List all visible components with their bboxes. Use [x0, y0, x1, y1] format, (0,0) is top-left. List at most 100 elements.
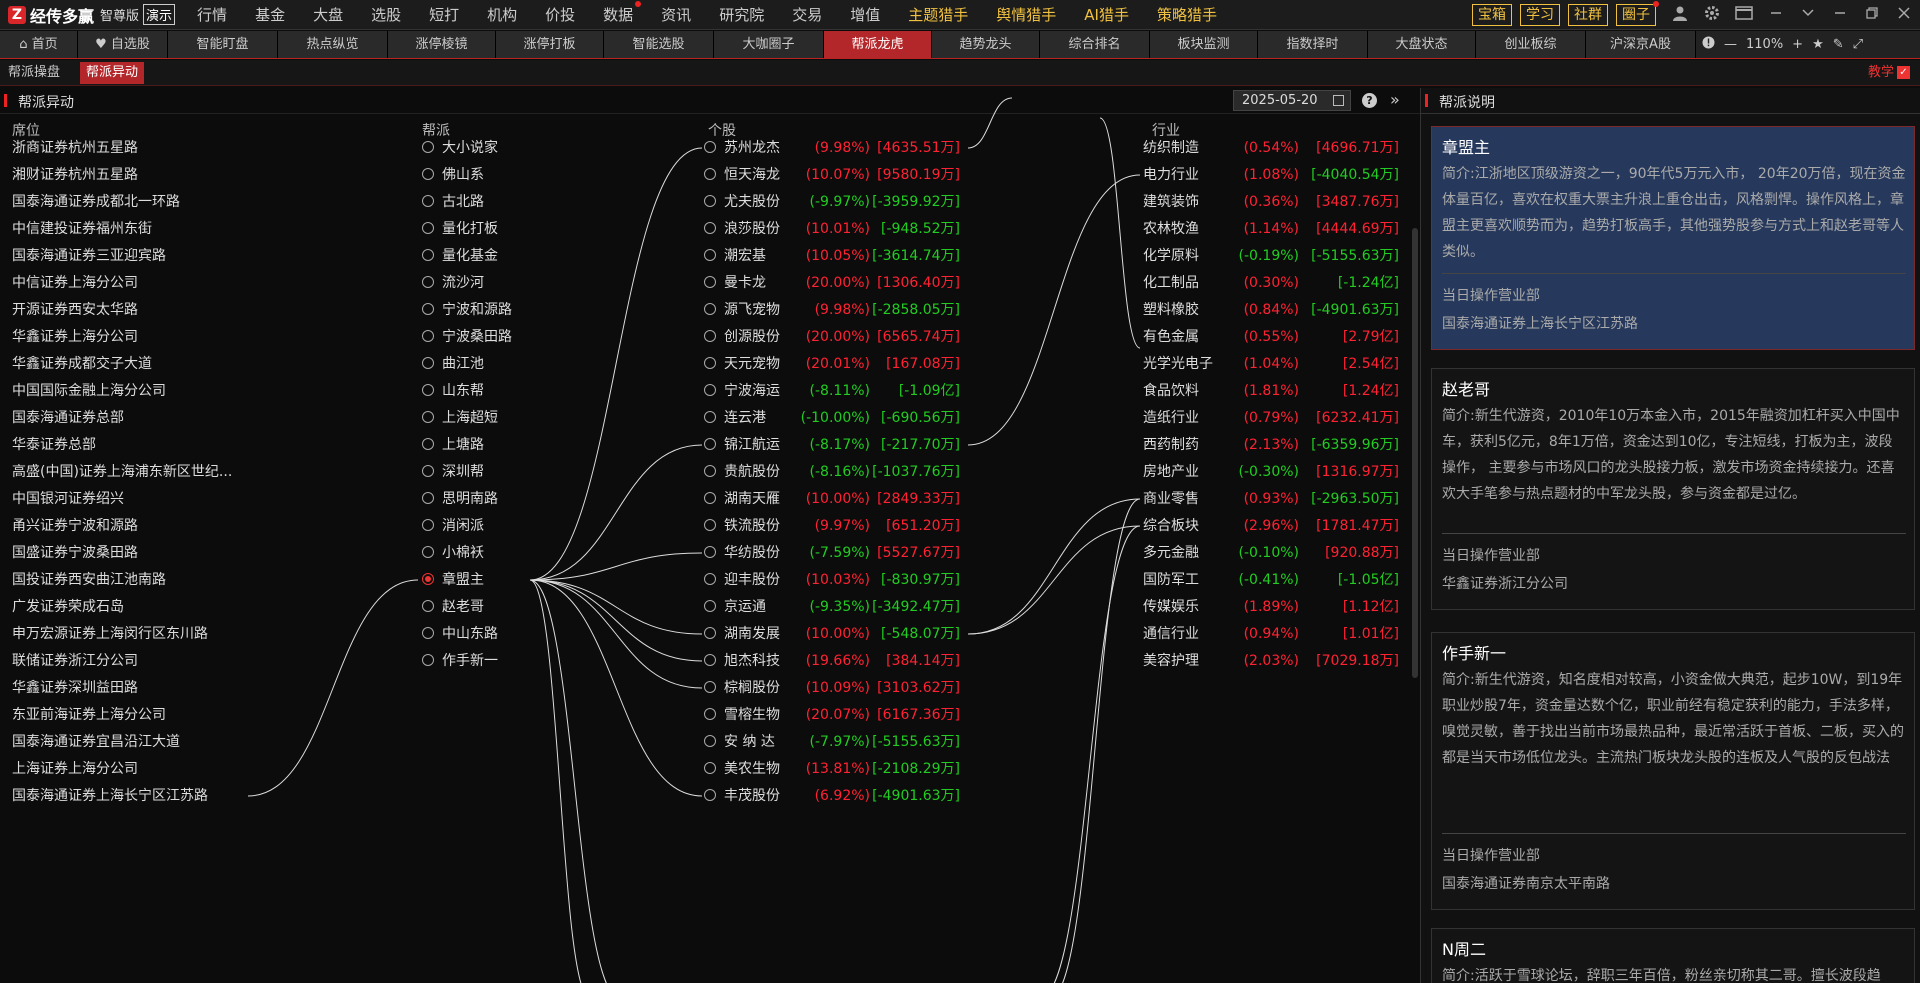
radio-icon[interactable]	[422, 141, 434, 153]
industry-item[interactable]: 通信行业 (0.94%) [1.01亿]	[1143, 624, 1399, 644]
seat-item[interactable]: 国泰海通证券上海长宁区江苏路	[12, 786, 208, 806]
radio-icon[interactable]	[422, 276, 434, 288]
stock-item[interactable]: 源飞宠物 (9.98%) [-2858.05万]	[704, 300, 960, 320]
gang-item[interactable]: 作手新一	[422, 651, 498, 671]
stock-item[interactable]: 浪莎股份 (10.01%) [-948.52万]	[704, 219, 960, 239]
tab[interactable]: 热点纵览	[278, 31, 388, 58]
radio-icon[interactable]	[704, 222, 716, 234]
minimize-window-icon[interactable]	[1824, 6, 1856, 24]
radio-icon[interactable]	[704, 627, 716, 639]
industry-item[interactable]: 电力行业 (1.08%) [-4040.54万]	[1143, 165, 1399, 185]
radio-icon[interactable]	[422, 573, 434, 585]
stock-item[interactable]: 华纺股份 (-7.59%) [5527.67万]	[704, 543, 960, 563]
radio-icon[interactable]	[422, 249, 434, 261]
tab[interactable]: 大咖圈子	[714, 31, 824, 58]
radio-icon[interactable]	[704, 195, 716, 207]
radio-icon[interactable]	[704, 762, 716, 774]
seat-item[interactable]: 联储证券浙江分公司	[12, 651, 138, 671]
radio-icon[interactable]	[704, 600, 716, 612]
radio-icon[interactable]	[422, 168, 434, 180]
stock-item[interactable]: 旭杰科技 (19.66%) [384.14万]	[704, 651, 960, 671]
radio-icon[interactable]	[422, 438, 434, 450]
stock-item[interactable]: 美农生物 (13.81%) [-2108.29万]	[704, 759, 960, 779]
gang-item[interactable]: 量化基金	[422, 246, 498, 266]
collapse-icon[interactable]	[1792, 6, 1824, 24]
tab[interactable]: 创业板综	[1476, 31, 1586, 58]
radio-icon[interactable]	[704, 492, 716, 504]
app-logo[interactable]: Z 经传多赢 智尊版 演示	[8, 0, 183, 30]
tab[interactable]: ⌂ 首页	[0, 31, 78, 58]
window-icon[interactable]	[1728, 6, 1760, 24]
stock-item[interactable]: 天元宠物 (20.01%) [167.08万]	[704, 354, 960, 374]
industry-item[interactable]: 塑料橡胶 (0.84%) [-4901.63万]	[1143, 300, 1399, 320]
stock-item[interactable]: 尤夫股份 (-9.97%) [-3959.92万]	[704, 192, 960, 212]
stock-item[interactable]: 铁流股份 (9.97%) [651.20万]	[704, 516, 960, 536]
seat-item[interactable]: 浙商证券杭州五星路	[12, 138, 138, 158]
nav-item[interactable]: 机构	[487, 4, 517, 25]
nav-item[interactable]: AI猎手	[1084, 4, 1129, 25]
nav-item[interactable]: 价投	[545, 4, 575, 25]
industry-item[interactable]: 纺织制造 (0.54%) [4696.71万]	[1143, 138, 1399, 158]
tab[interactable]: 大盘状态	[1368, 31, 1476, 58]
gang-item[interactable]: 消闲派	[422, 516, 484, 536]
radio-icon[interactable]	[422, 384, 434, 396]
industry-item[interactable]: 房地产业 (-0.30%) [1316.97万]	[1143, 462, 1399, 482]
edit-icon[interactable]: ✎	[1833, 37, 1844, 52]
radio-icon[interactable]	[422, 357, 434, 369]
seat-item[interactable]: 华鑫证券深圳益田路	[12, 678, 138, 698]
seat-item[interactable]: 国泰海通证券宜昌沿江大道	[12, 732, 180, 752]
toolbar-button[interactable]: 社群	[1568, 4, 1608, 26]
seat-item[interactable]: 中国银河证券绍兴	[12, 489, 124, 509]
seat-item[interactable]: 高盛(中国)证券上海浦东新区世纪...	[12, 462, 232, 482]
gang-item[interactable]: 古北路	[422, 192, 484, 212]
minimize-icon[interactable]	[1760, 6, 1792, 24]
radio-icon[interactable]	[704, 465, 716, 477]
radio-icon[interactable]	[422, 330, 434, 342]
toolbar-button[interactable]: 学习	[1520, 4, 1560, 26]
tab[interactable]: 沪深京A股	[1586, 31, 1696, 58]
stock-item[interactable]: 湖南天雁 (10.00%) [2849.33万]	[704, 489, 960, 509]
stock-item[interactable]: 贵航股份 (-8.16%) [-1037.76万]	[704, 462, 960, 482]
radio-icon[interactable]	[704, 330, 716, 342]
radio-icon[interactable]	[704, 384, 716, 396]
nav-item[interactable]: 增值	[850, 4, 880, 25]
stock-item[interactable]: 安 纳 达 (-7.97%) [-5155.63万]	[704, 732, 960, 752]
radio-icon[interactable]	[422, 411, 434, 423]
radio-icon[interactable]	[704, 438, 716, 450]
seat-item[interactable]: 中信证券上海分公司	[12, 273, 138, 293]
radio-icon[interactable]	[704, 141, 716, 153]
seat-item[interactable]: 中国国际金融上海分公司	[12, 381, 166, 401]
gear-icon[interactable]	[1696, 5, 1728, 25]
scrollbar[interactable]	[1412, 228, 1418, 678]
seat-item[interactable]: 华鑫证券成都交子大道	[12, 354, 152, 374]
gang-card[interactable]: N周二简介:活跃于雪球论坛，辞职三年百倍，粉丝亲切称其二哥。擅长波段趋势、看长做…	[1431, 928, 1915, 983]
gang-item[interactable]: 流沙河	[422, 273, 484, 293]
stock-item[interactable]: 棕榈股份 (10.09%) [3103.62万]	[704, 678, 960, 698]
gang-item[interactable]: 山东帮	[422, 381, 484, 401]
industry-item[interactable]: 建筑装饰 (0.36%) [3487.76万]	[1143, 192, 1399, 212]
gang-item[interactable]: 小棉袄	[422, 543, 484, 563]
seat-item[interactable]: 国投证券西安曲江池南路	[12, 570, 166, 590]
radio-icon[interactable]	[704, 789, 716, 801]
gang-card[interactable]: 赵老哥 简介:新生代游资，2010年10万本金入市，2015年融资加杠杆买入中国中…	[1431, 368, 1915, 610]
radio-icon[interactable]	[422, 546, 434, 558]
gang-item[interactable]: 曲江池	[422, 354, 484, 374]
seat-item[interactable]: 上海证券上海分公司	[12, 759, 138, 779]
industry-item[interactable]: 传媒娱乐 (1.89%) [1.12亿]	[1143, 597, 1399, 617]
gang-item[interactable]: 赵老哥	[422, 597, 484, 617]
nav-item[interactable]: 研究院	[719, 4, 764, 25]
gang-item[interactable]: 中山东路	[422, 624, 498, 644]
tab[interactable]: 智能选股	[604, 31, 714, 58]
industry-item[interactable]: 造纸行业 (0.79%) [6232.41万]	[1143, 408, 1399, 428]
seat-item[interactable]: 国泰海通证券成都北一环路	[12, 192, 180, 212]
nav-item[interactable]: 行情	[197, 4, 227, 25]
seat-item[interactable]: 华泰证券总部	[12, 435, 96, 455]
seat-item[interactable]: 东亚前海证券上海分公司	[12, 705, 166, 725]
gang-card[interactable]: 章盟主 简介:江浙地区顶级游资之一，90年代5万元入市， 20年20万倍，现在资金…	[1431, 126, 1915, 350]
tab[interactable]: 智能盯盘	[168, 31, 278, 58]
industry-item[interactable]: 多元金融 (-0.10%) [920.88万]	[1143, 543, 1399, 563]
nav-item[interactable]: 短打	[429, 4, 459, 25]
gang-item[interactable]: 上塘路	[422, 435, 484, 455]
stock-item[interactable]: 连云港 (-10.00%) [-690.56万]	[704, 408, 960, 428]
seat-item[interactable]: 广发证券荣成石岛	[12, 597, 124, 617]
